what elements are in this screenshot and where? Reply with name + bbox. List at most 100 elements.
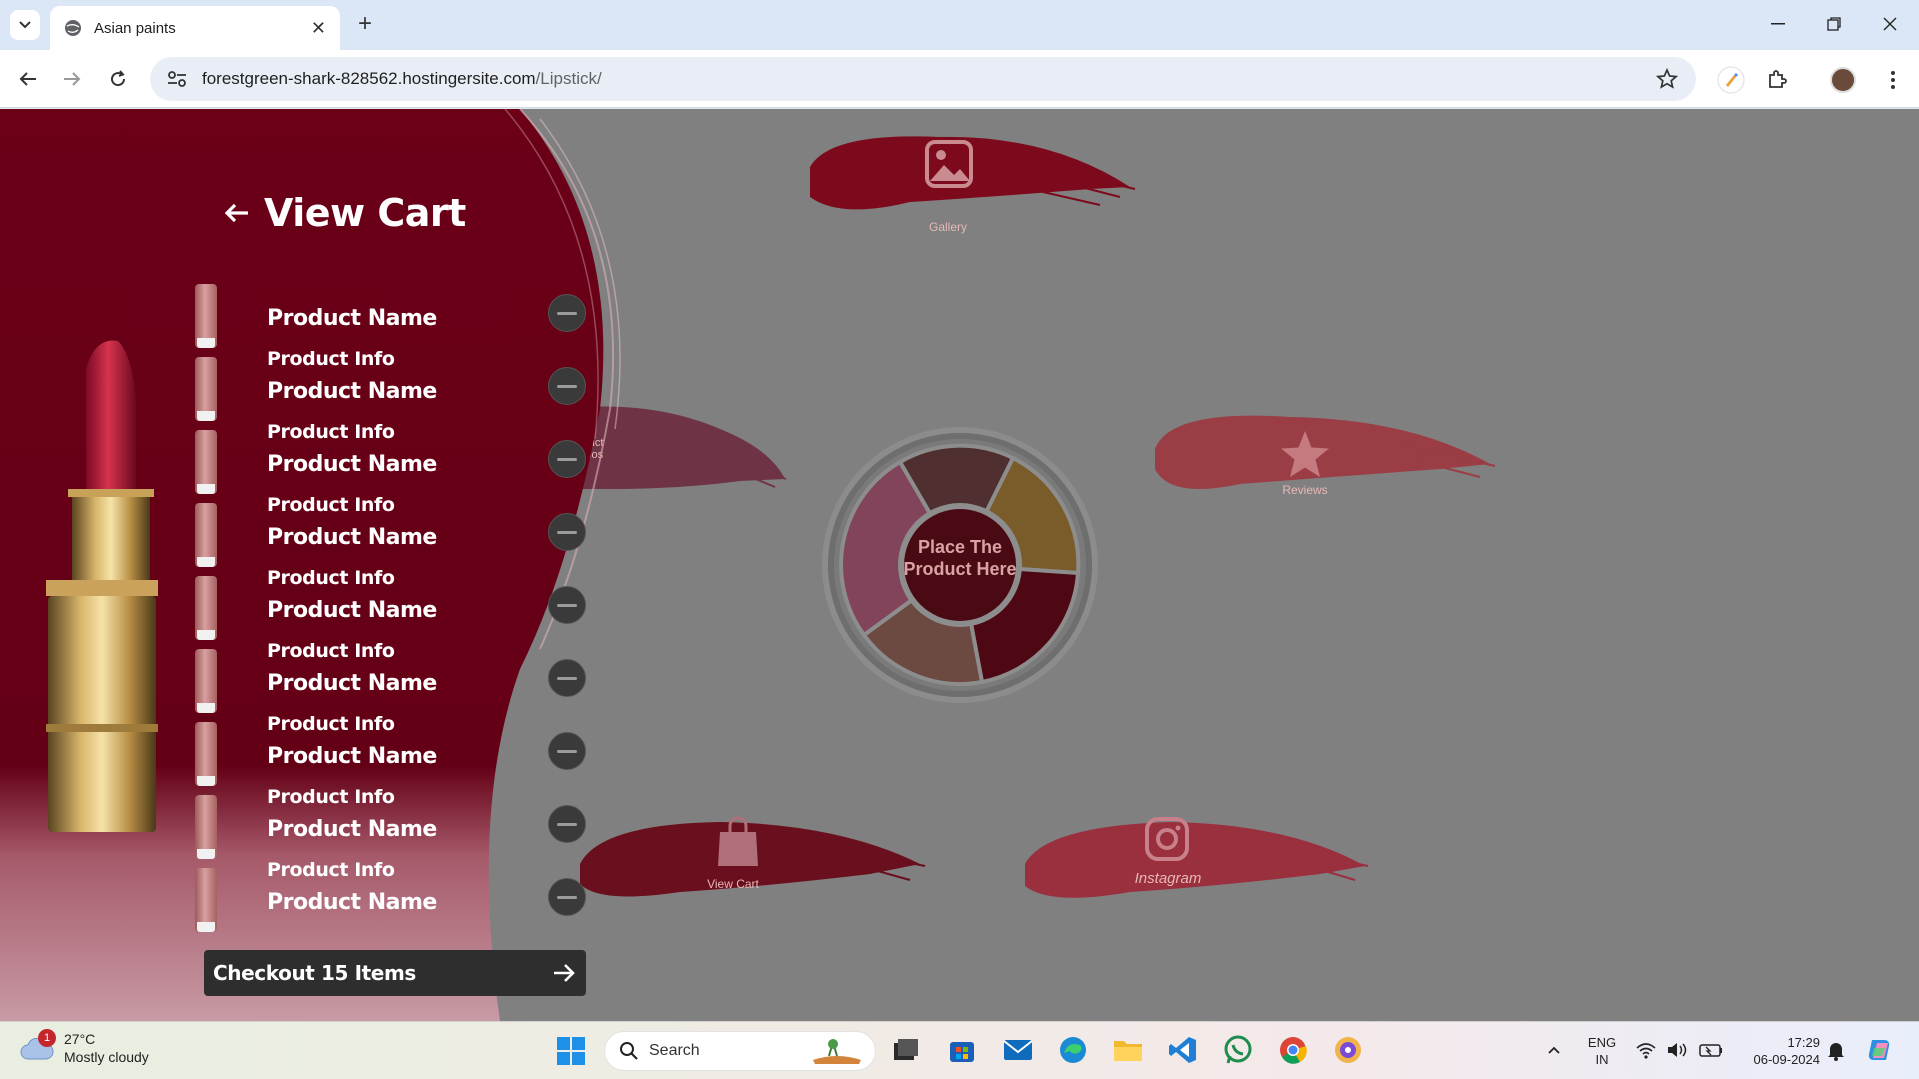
- mail-app[interactable]: [1000, 1032, 1036, 1068]
- system-status-button[interactable]: [1632, 1032, 1728, 1068]
- reload-button[interactable]: [102, 63, 134, 95]
- file-explorer-app[interactable]: [1110, 1032, 1146, 1068]
- chrome-app[interactable]: [1275, 1032, 1311, 1068]
- cart-title: View Cart: [264, 191, 466, 235]
- more-vertical-icon: [1891, 71, 1895, 89]
- clock-time: 17:29: [1787, 1035, 1820, 1050]
- remove-item-button[interactable]: [548, 513, 586, 551]
- checkout-label: Checkout 15 Items: [213, 961, 416, 985]
- search-highlight-icon: [813, 1038, 861, 1064]
- remove-item-button[interactable]: [548, 805, 586, 843]
- product-thumbnail: [195, 284, 217, 348]
- product-thumbnail: [195, 795, 217, 859]
- minimize-button[interactable]: [1755, 8, 1801, 40]
- product-thumbnail: [195, 357, 217, 421]
- arrow-right-icon: [554, 964, 575, 982]
- image-icon: [925, 140, 973, 188]
- store-app[interactable]: [944, 1032, 980, 1068]
- language-indicator[interactable]: ENG IN: [1582, 1034, 1622, 1068]
- arrow-left-icon[interactable]: [222, 198, 252, 228]
- task-view-button[interactable]: [888, 1032, 924, 1068]
- start-button[interactable]: [556, 1036, 586, 1071]
- language-code: ENG: [1587, 1035, 1617, 1050]
- remove-item-button[interactable]: [548, 659, 586, 697]
- palette-center-text: Place The Product Here: [903, 537, 1017, 579]
- taskbar-search[interactable]: Search: [604, 1031, 876, 1071]
- product-thumbnail: [195, 430, 217, 494]
- remove-item-button[interactable]: [548, 732, 586, 770]
- region-code: IN: [1595, 1052, 1609, 1067]
- puzzle-icon: [1769, 70, 1787, 88]
- temperature: 27°C: [64, 1031, 96, 1047]
- weather-text: 27°C Mostly cloudy: [64, 1030, 149, 1066]
- clock[interactable]: 17:29 06-09-2024: [1734, 1034, 1821, 1068]
- remove-item-button[interactable]: [548, 294, 586, 332]
- notifications-button[interactable]: [1818, 1032, 1854, 1068]
- instagram-brush[interactable]: Instagram: [1020, 804, 1370, 924]
- bookmark-star-icon[interactable]: [1656, 68, 1678, 90]
- remove-item-button[interactable]: [548, 367, 586, 405]
- url-text: forestgreen-shark-828562.hostingersite.c…: [202, 69, 602, 89]
- reviews-label: Reviews: [1282, 483, 1328, 497]
- tab-search-button[interactable]: [10, 10, 40, 40]
- cart-item: Product Name Product Info: [195, 722, 595, 808]
- cloud-icon: 1: [20, 1029, 56, 1061]
- product-thumbnail: [195, 722, 217, 786]
- copilot-icon: [1868, 1040, 1890, 1060]
- extensions-button[interactable]: [1760, 63, 1794, 97]
- gallery-brush[interactable]: Gallery: [790, 127, 1150, 234]
- product-thumbnail: [195, 649, 217, 713]
- close-icon: [1883, 17, 1897, 31]
- product-name: Product Name: [267, 525, 437, 550]
- back-button[interactable]: [12, 63, 44, 95]
- browser-menu-button[interactable]: [1876, 63, 1910, 97]
- shade-palette[interactable]: Place The Product Here: [820, 425, 1100, 705]
- chrome-icon: [1280, 1037, 1307, 1064]
- tab-strip: Asian paints ✕ +: [0, 0, 1919, 50]
- extension-pen-button[interactable]: [1714, 63, 1748, 97]
- address-bar[interactable]: forestgreen-shark-828562.hostingersite.c…: [150, 57, 1696, 101]
- weather-badge: 1: [38, 1029, 56, 1047]
- search-icon: [620, 1042, 638, 1060]
- close-window-button[interactable]: [1867, 8, 1913, 40]
- minimize-icon: [1771, 23, 1785, 25]
- brave-app[interactable]: [1330, 1032, 1366, 1068]
- new-tab-button[interactable]: +: [352, 12, 378, 38]
- tab-asian-paints[interactable]: Asian paints ✕: [50, 6, 340, 50]
- product-name: Product Name: [267, 890, 437, 915]
- remove-item-button[interactable]: [548, 586, 586, 624]
- view-cart-label: View Cart: [707, 877, 759, 891]
- instagram-icon: [1145, 817, 1189, 861]
- gallery-label: Gallery: [928, 220, 967, 234]
- wifi-volume-battery-icons: [1636, 1043, 1722, 1059]
- chevron-down-icon: [19, 21, 31, 29]
- reviews-brush[interactable]: Reviews: [1150, 389, 1500, 509]
- cart-item: Product Name Product Info: [195, 795, 595, 881]
- whatsapp-app[interactable]: [1220, 1032, 1256, 1068]
- restore-icon: [1827, 17, 1841, 31]
- remove-item-button[interactable]: [548, 440, 586, 478]
- cart-item: Product Name Product Info: [195, 503, 595, 589]
- url-path: /Lipstick/: [535, 69, 602, 88]
- vscode-app[interactable]: [1165, 1032, 1201, 1068]
- page-viewport: Gallery oduct ideos Reviews View Cart: [0, 109, 1919, 1021]
- restore-button[interactable]: [1811, 8, 1857, 40]
- weather-condition: Mostly cloudy: [64, 1049, 149, 1065]
- remove-item-button[interactable]: [548, 878, 586, 916]
- forward-button[interactable]: [56, 63, 88, 95]
- show-hidden-icons-button[interactable]: [1536, 1032, 1572, 1068]
- weather-widget[interactable]: 1 27°C Mostly cloudy: [20, 1029, 149, 1066]
- tab-close-icon[interactable]: ✕: [311, 18, 326, 39]
- checkout-button[interactable]: Checkout 15 Items: [204, 950, 586, 996]
- product-name: Product Name: [267, 452, 437, 477]
- cart-header: View Cart: [222, 191, 466, 235]
- product-name: Product Name: [267, 598, 437, 623]
- star-icon: [1281, 431, 1329, 477]
- clock-date: 06-09-2024: [1753, 1052, 1821, 1067]
- product-name: Product Name: [267, 379, 437, 404]
- edge-app[interactable]: [1055, 1032, 1091, 1068]
- profile-button[interactable]: [1826, 63, 1860, 97]
- product-thumbnail: [195, 576, 217, 640]
- site-info-icon[interactable]: [166, 68, 188, 90]
- copilot-button[interactable]: [1862, 1032, 1898, 1068]
